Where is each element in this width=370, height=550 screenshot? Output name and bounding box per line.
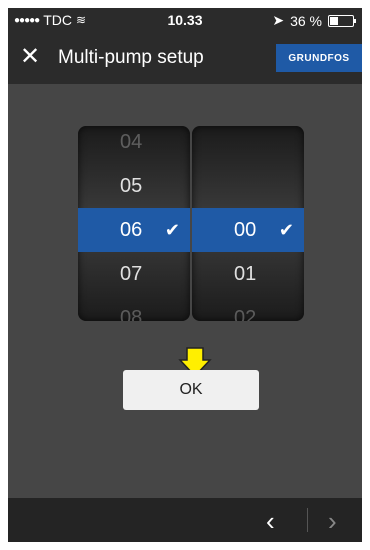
hour-option[interactable]: 08: [78, 296, 190, 321]
location-icon: ➤: [272, 12, 285, 28]
hour-option[interactable]: 04: [78, 126, 190, 164]
battery-percent: 36 %: [290, 12, 322, 29]
ok-button[interactable]: OK: [123, 370, 259, 410]
hour-option[interactable]: 07: [78, 252, 190, 296]
brand-logo: GRUNDFOS: [276, 44, 362, 72]
minute-option[interactable]: 02: [192, 296, 304, 321]
hour-wheel[interactable]: 04 05 06 ✔ 07 08: [78, 126, 190, 321]
minute-option[interactable]: 01: [192, 252, 304, 296]
checkmark-icon: ✔: [278, 220, 294, 240]
chevron-right-icon[interactable]: ›: [328, 506, 337, 537]
minute-wheel[interactable]: 00 ✔ 01 02: [192, 126, 304, 321]
selected-hour-option[interactable]: 06 ✔: [78, 208, 190, 252]
app-header: ✕ Multi-pump setup GRUNDFOS: [8, 32, 362, 84]
battery-icon: [328, 14, 356, 27]
status-bar: ●●●●● TDC ≋ 10.33 ➤ 36 %: [8, 8, 362, 32]
brand-text: GRUNDFOS: [288, 52, 350, 64]
selected-minute-label: 00: [234, 219, 257, 241]
hour-option[interactable]: 05: [78, 164, 190, 208]
phone-screen: ●●●●● TDC ≋ 10.33 ➤ 36 % ✕ Multi-pump se…: [8, 8, 362, 542]
close-icon[interactable]: ✕: [20, 45, 40, 69]
chevron-left-icon[interactable]: ‹: [266, 506, 275, 537]
bottom-navigation: ‹ ›: [8, 498, 362, 542]
checkmark-icon: ✔: [164, 220, 180, 240]
selected-minute-option[interactable]: 00 ✔: [192, 208, 304, 252]
page-title: Multi-pump setup: [58, 47, 204, 68]
selected-hour-label: 06: [120, 219, 143, 241]
nav-divider: [307, 508, 308, 532]
status-right: ➤ 36 %: [272, 12, 356, 29]
time-picker[interactable]: 04 05 06 ✔ 07 08 00 ✔ 01 02: [78, 126, 304, 321]
